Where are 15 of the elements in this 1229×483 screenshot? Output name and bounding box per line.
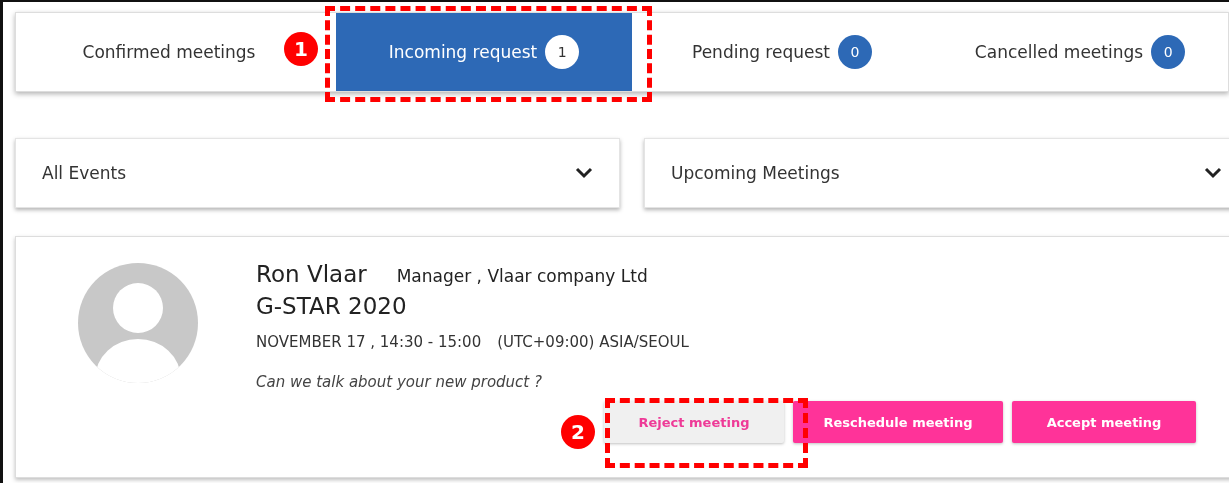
count-badge: 0: [838, 35, 872, 69]
tab[interactable]: Incoming request 1: [336, 13, 632, 91]
meeting-time: NOVEMBER 17 , 14:30 - 15:00: [256, 333, 482, 351]
count-badge: 0: [1151, 35, 1186, 69]
tab[interactable]: Cancelled meetings 0: [932, 13, 1228, 91]
step-number: 2: [561, 415, 595, 449]
timezone: (UTC+09:00) ASIA/SEOUL: [497, 333, 689, 351]
meeting-message: Can we talk about your new product ?: [256, 373, 543, 391]
dropdown[interactable]: All Events: [15, 138, 620, 208]
count-badge: 1: [545, 35, 580, 69]
dropdown[interactable]: Upcoming Meetings: [644, 138, 1229, 208]
contact-name: Ron Vlaar: [256, 261, 367, 287]
event-name: G-STAR 2020: [256, 293, 408, 319]
tab[interactable]: Pending request 0: [632, 13, 932, 91]
contact-role: Manager , Vlaar company Ltd: [396, 266, 648, 286]
